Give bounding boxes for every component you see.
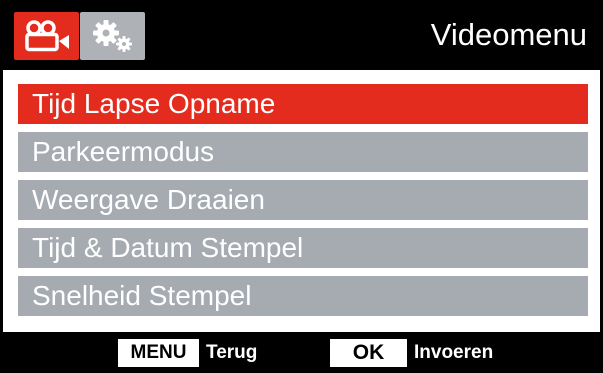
video-camera-icon <box>24 19 70 53</box>
back-label: Terug <box>206 342 258 363</box>
enter-label: Invoeren <box>414 342 494 363</box>
menu-item-speed-stamp[interactable]: Snelheid Stempel <box>18 276 588 316</box>
footer-bar: MENU Terug OK Invoeren <box>0 332 603 373</box>
menu-item-rotate-display[interactable]: Weergave Draaien <box>18 180 588 220</box>
dashcam-screen: Videomenu Tijd Lapse Opname Parkeermodus… <box>0 0 603 373</box>
menu-key[interactable]: MENU <box>118 339 199 367</box>
menu-item-time-lapse[interactable]: Tijd Lapse Opname <box>18 84 588 124</box>
menu-panel: Tijd Lapse Opname Parkeermodus Weergave … <box>3 70 600 332</box>
tab-video[interactable] <box>14 12 79 60</box>
settings-gears-icon <box>91 19 135 53</box>
header-bar: Videomenu <box>0 0 603 70</box>
tab-settings[interactable] <box>80 12 145 60</box>
menu-item-time-date-stamp[interactable]: Tijd & Datum Stempel <box>18 228 588 268</box>
ok-key[interactable]: OK <box>330 339 407 367</box>
menu-title: Videomenu <box>430 17 587 52</box>
menu-item-parking-mode[interactable]: Parkeermodus <box>18 132 588 172</box>
